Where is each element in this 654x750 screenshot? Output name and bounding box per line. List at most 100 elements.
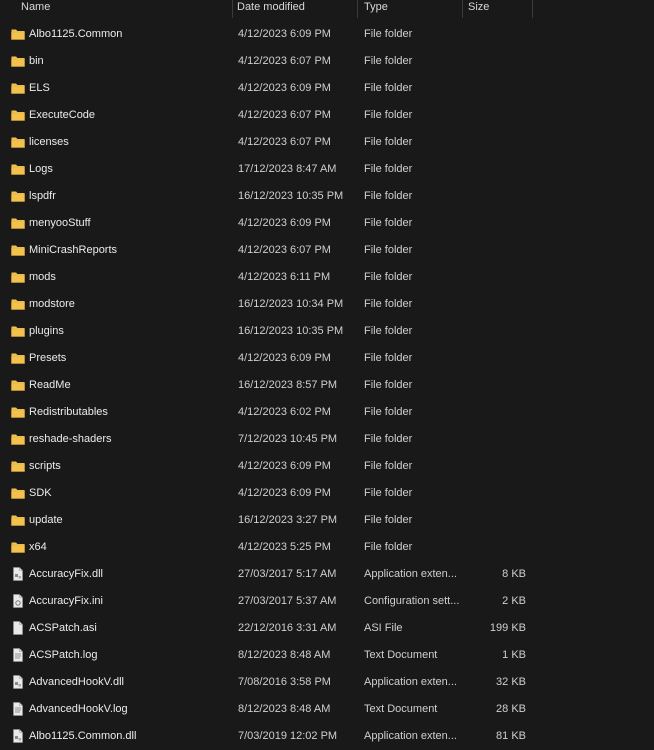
item-size	[466, 48, 526, 75]
file-list-row[interactable]: AccuracyFix.dll 27/03/2017 5:17 AM Applica…	[0, 561, 654, 588]
item-type: Text Document	[364, 703, 438, 715]
item-size: 1 KB	[502, 649, 526, 661]
item-type: File folder	[364, 190, 413, 202]
file-list-row[interactable]: mods 4/12/2023 6:11 PM File folder	[0, 264, 654, 291]
item-type: File folder	[364, 136, 413, 148]
item-name: ELS	[29, 82, 50, 94]
item-type: File folder	[364, 487, 413, 499]
item-date-modified: 16/12/2023 10:34 PM	[238, 298, 344, 310]
folder-icon	[11, 216, 25, 230]
column-divider[interactable]	[462, 0, 463, 18]
item-size: 81 KB	[496, 730, 526, 742]
folder-icon	[11, 243, 25, 257]
file-list-row[interactable]: Redistributables 4/12/2023 6:02 PM File fo…	[0, 399, 654, 426]
item-size: 199 KB	[489, 622, 526, 634]
file-list-row[interactable]: ReadMe 16/12/2023 8:57 PM File folder	[0, 372, 654, 399]
item-size	[466, 102, 526, 129]
file-list-row[interactable]: Albo1125.Common.dll 7/03/2019 12:02 PM App…	[0, 723, 654, 750]
dll-file-icon	[11, 729, 25, 743]
file-icon	[11, 621, 25, 635]
file-list-row[interactable]: Albo1125.Common 4/12/2023 6:09 PM File fol…	[0, 21, 654, 48]
column-header-bar: Name Date modified Type Size	[0, 0, 654, 18]
item-size: 2 KB	[502, 595, 526, 607]
item-date-modified: 7/08/2016 3:58 PM	[238, 676, 331, 688]
file-list-row[interactable]: MiniCrashReports 4/12/2023 6:07 PM File fo…	[0, 237, 654, 264]
item-size	[466, 183, 526, 210]
file-list-row[interactable]: lspdfr 16/12/2023 10:35 PM File folder	[0, 183, 654, 210]
column-divider[interactable]	[532, 0, 533, 18]
item-type: Application exten...	[364, 568, 457, 580]
item-type: File folder	[364, 109, 413, 121]
column-header-size[interactable]: Size	[468, 0, 489, 18]
item-name: Albo1125.Common.dll	[29, 730, 137, 742]
file-list-row[interactable]: licenses 4/12/2023 6:07 PM File folder	[0, 129, 654, 156]
file-list-row[interactable]: AdvancedHookV.dll 7/08/2016 3:58 PM Applic…	[0, 669, 654, 696]
item-date-modified: 7/12/2023 10:45 PM	[238, 433, 338, 445]
item-size	[466, 291, 526, 318]
column-divider[interactable]	[232, 0, 233, 18]
file-list-row[interactable]: scripts 4/12/2023 6:09 PM File folder	[0, 453, 654, 480]
item-size	[466, 156, 526, 183]
item-size: 32 KB	[496, 676, 526, 688]
item-date-modified: 7/03/2019 12:02 PM	[238, 730, 338, 742]
column-header-name[interactable]: Name	[21, 0, 50, 18]
item-size	[466, 237, 526, 264]
item-size	[466, 480, 526, 507]
file-list-row[interactable]: ACSPatch.log 8/12/2023 8:48 AM Text Docume…	[0, 642, 654, 669]
item-date-modified: 4/12/2023 6:09 PM	[238, 82, 331, 94]
item-name: AccuracyFix.ini	[29, 595, 103, 607]
item-date-modified: 4/12/2023 5:25 PM	[238, 541, 331, 553]
item-date-modified: 4/12/2023 6:09 PM	[238, 217, 331, 229]
item-name: AccuracyFix.dll	[29, 568, 103, 580]
folder-icon	[11, 486, 25, 500]
config-file-icon	[11, 594, 25, 608]
folder-icon	[11, 378, 25, 392]
folder-icon	[11, 405, 25, 419]
folder-icon	[11, 432, 25, 446]
item-name: licenses	[29, 136, 69, 148]
file-list-row[interactable]: AdvancedHookV.log 8/12/2023 8:48 AM Text D…	[0, 696, 654, 723]
file-list-row[interactable]: reshade-shaders 7/12/2023 10:45 PM File fo…	[0, 426, 654, 453]
item-size	[466, 210, 526, 237]
item-size: 28 KB	[496, 703, 526, 715]
file-list-row[interactable]: x64 4/12/2023 5:25 PM File folder	[0, 534, 654, 561]
item-date-modified: 4/12/2023 6:09 PM	[238, 352, 331, 364]
folder-icon	[11, 54, 25, 68]
item-size	[466, 75, 526, 102]
item-type: Text Document	[364, 649, 438, 661]
item-type: File folder	[364, 55, 413, 67]
column-header-date-modified[interactable]: Date modified	[237, 0, 305, 18]
file-list-row[interactable]: menyooStuff 4/12/2023 6:09 PM File folder	[0, 210, 654, 237]
folder-icon	[11, 108, 25, 122]
column-header-type[interactable]: Type	[364, 0, 388, 18]
file-list-row[interactable]: modstore 16/12/2023 10:34 PM File folder	[0, 291, 654, 318]
item-date-modified: 27/03/2017 5:37 AM	[238, 595, 337, 607]
file-list-row[interactable]: Presets 4/12/2023 6:09 PM File folder	[0, 345, 654, 372]
item-date-modified: 4/12/2023 6:07 PM	[238, 109, 331, 121]
column-divider[interactable]	[357, 0, 358, 18]
item-name: lspdfr	[29, 190, 56, 202]
item-date-modified: 4/12/2023 6:09 PM	[238, 460, 331, 472]
item-type: File folder	[364, 433, 413, 445]
file-list-row[interactable]: ELS 4/12/2023 6:09 PM File folder	[0, 75, 654, 102]
file-list-row[interactable]: plugins 16/12/2023 10:35 PM File folder	[0, 318, 654, 345]
item-name: plugins	[29, 325, 64, 337]
file-list-row[interactable]: ExecuteCode 4/12/2023 6:07 PM File folder	[0, 102, 654, 129]
file-list-row[interactable]: SDK 4/12/2023 6:09 PM File folder	[0, 480, 654, 507]
item-type: File folder	[364, 541, 413, 553]
folder-icon	[11, 270, 25, 284]
file-list-row[interactable]: Logs 17/12/2023 8:47 AM File folder	[0, 156, 654, 183]
item-date-modified: 4/12/2023 6:07 PM	[238, 244, 331, 256]
item-name: Logs	[29, 163, 53, 175]
file-list-row[interactable]: bin 4/12/2023 6:07 PM File folder	[0, 48, 654, 75]
item-size: 8 KB	[502, 568, 526, 580]
file-list-row[interactable]: AccuracyFix.ini 27/03/2017 5:37 AM Configu…	[0, 588, 654, 615]
item-name: mods	[29, 271, 56, 283]
item-size	[466, 534, 526, 561]
item-name: reshade-shaders	[29, 433, 112, 445]
item-size	[466, 399, 526, 426]
file-list-row[interactable]: ACSPatch.asi 22/12/2016 3:31 AM ASI File 19…	[0, 615, 654, 642]
item-name: AdvancedHookV.dll	[29, 676, 124, 688]
item-type: File folder	[364, 406, 413, 418]
file-list-row[interactable]: update 16/12/2023 3:27 PM File folder	[0, 507, 654, 534]
